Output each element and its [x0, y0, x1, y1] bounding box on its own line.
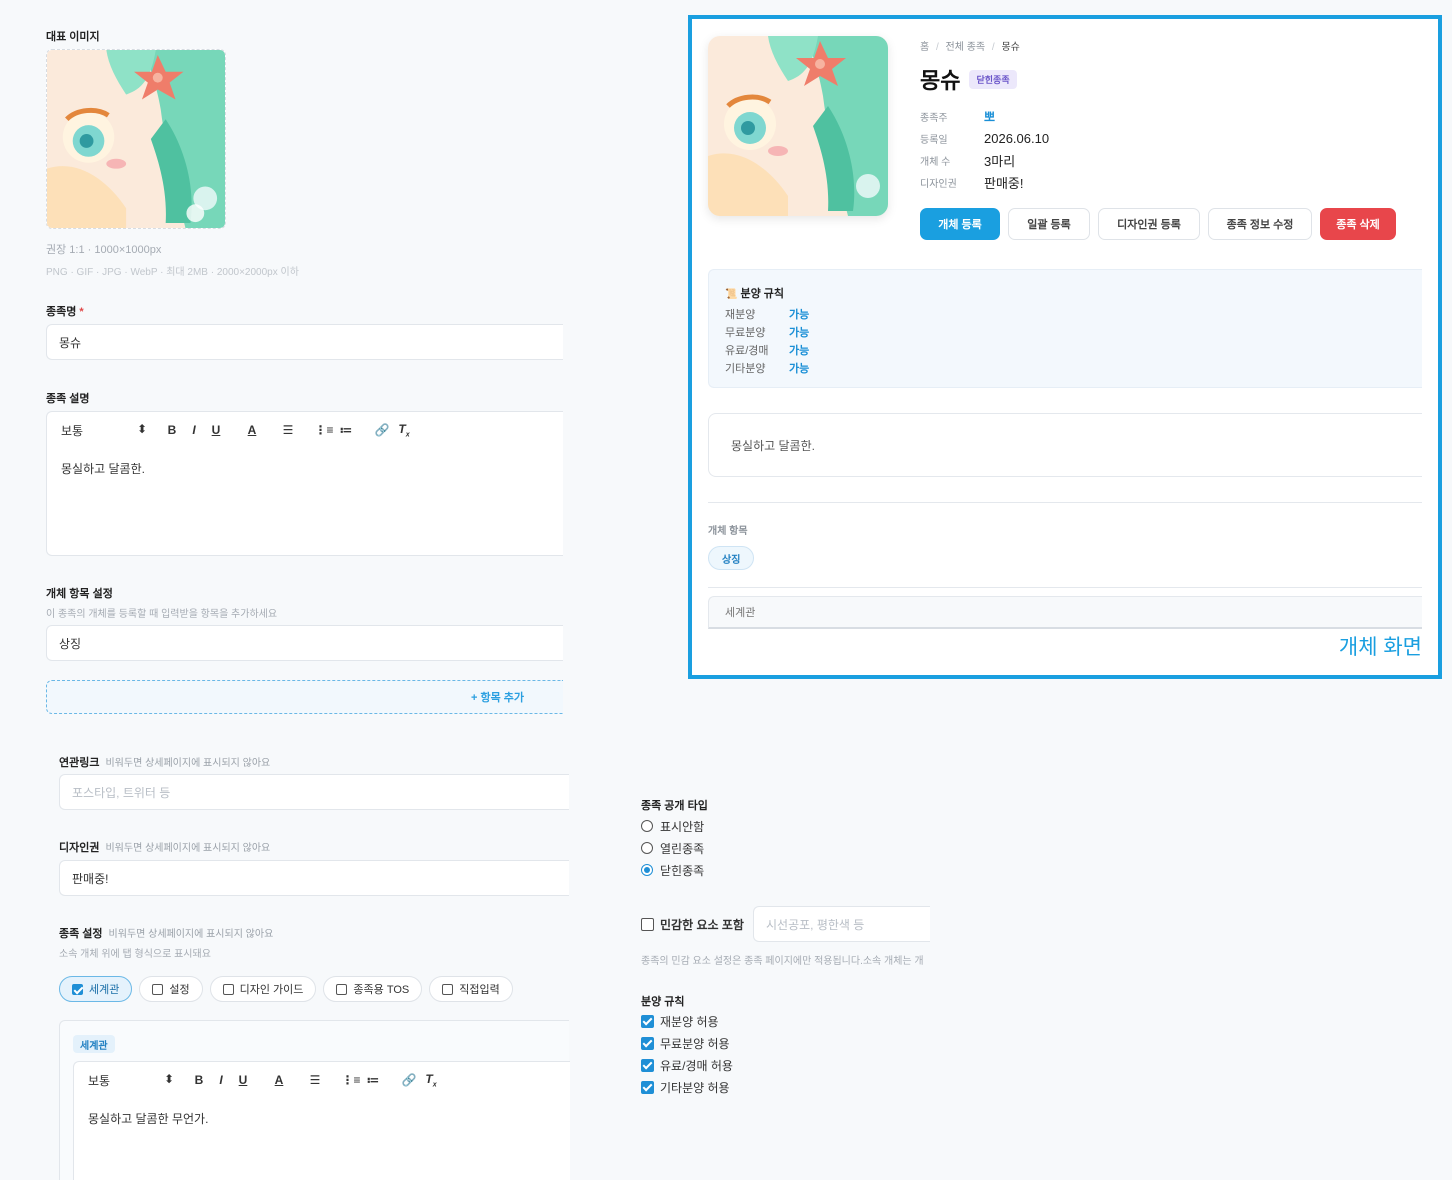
chip-setting[interactable]: 설정	[139, 976, 203, 1002]
description-editor[interactable]: 보통 ⬍ B I U A ☰ ⋮≡ ≔ 🔗 Tx 몽실하고 달콤한.	[46, 411, 563, 556]
character-image	[47, 50, 225, 228]
bulk-register-button[interactable]: 일괄 등록	[1008, 208, 1090, 240]
preview-panel: 홈 / 전체 종족 / 몽슈 몽슈 닫힌종족 종족주 뽀 등록일 2026.06.1…	[688, 15, 1442, 679]
meta-list: 종족주 뽀 등록일 2026.06.10 개체 수 3마리 디자인권 판매중!	[920, 105, 1049, 193]
clear-format-icon[interactable]: Tx	[420, 1072, 442, 1088]
sensitive-note: 종족의 민감 요소 설정은 종족 페이지에만 적용됩니다.소속 개체는 개	[641, 956, 924, 967]
settings-panel: 세계관 보통 ⬍ B I U A ☰ ⋮≡ ≔ 🔗 Tx 몽실하고 달콤한 무언가…	[59, 1020, 570, 1180]
settings-label: 종족 설정 비워두면 상세페이지에 표시되지 않아요	[59, 928, 274, 940]
breadcrumb: 홈 / 전체 종족 / 몽슈	[920, 42, 1020, 53]
panel-tag: 세계관	[73, 1035, 115, 1053]
page-title: 몽슈	[920, 68, 961, 93]
ordered-list-icon[interactable]: ⋮≡	[313, 423, 335, 437]
visibility-option-open[interactable]: 열린종족	[641, 837, 704, 859]
scroll-icon: 📜	[725, 289, 738, 300]
image-hint-format: PNG · GIF · JPG · WebP · 최대 2MB · 2000×2…	[46, 267, 299, 278]
text-color-icon[interactable]: A	[268, 1073, 290, 1087]
distribution-other[interactable]: 기타분양 허용	[641, 1076, 733, 1098]
image-label: 대표 이미지	[46, 31, 100, 43]
register-button[interactable]: 개체 등록	[920, 208, 1000, 240]
add-field-button[interactable]: + 항목 추가	[46, 680, 563, 714]
format-select[interactable]: 보통 ⬍	[61, 422, 147, 439]
align-icon[interactable]: ☰	[304, 1073, 326, 1087]
meta-design: 디자인권 판매중!	[920, 175, 1024, 191]
design-right-label: 디자인권 비워두면 상세페이지에 표시되지 않아요	[59, 842, 271, 854]
distribution-options: 재분양 허용 무료분양 허용 유료/경매 허용 기타분양 허용	[641, 1010, 733, 1098]
underline-icon[interactable]: U	[232, 1073, 254, 1087]
rules-list: 재분양 가능 무료분양 가능 유료/경매 가능 기타분양 가능	[725, 309, 810, 375]
sensitive-input[interactable]: 시선공포, 평한색 등	[753, 906, 930, 942]
preview-image	[708, 36, 888, 216]
settings-chips: 세계관 설정 디자인 가이드 종족용 TOS 직접입력	[59, 976, 520, 1002]
name-label: 종족명 *	[46, 306, 84, 318]
underline-icon[interactable]: U	[205, 423, 227, 437]
link-icon[interactable]: 🔗	[398, 1073, 420, 1087]
preview-caption: 개체 화면	[1338, 636, 1422, 659]
link-input[interactable]: 포스타입, 트위터 등	[59, 774, 569, 810]
chip-custom[interactable]: 직접입력	[429, 976, 513, 1002]
divider	[708, 587, 1422, 588]
required-mark: *	[79, 306, 84, 318]
edit-species-button[interactable]: 종족 정보 수정	[1208, 208, 1312, 240]
clear-format-icon[interactable]: Tx	[393, 422, 415, 438]
status-badge: 닫힌종족	[969, 69, 1017, 89]
field-item-input[interactable]: 상징	[46, 625, 563, 661]
settings-format-select[interactable]: 보통 ⬍	[88, 1072, 174, 1089]
settings-editor[interactable]: 보통 ⬍ B I U A ☰ ⋮≡ ≔ 🔗 Tx 몽실하고 달콤한 무언가.	[73, 1061, 570, 1180]
fields-title: 개체 항목	[708, 526, 748, 537]
italic-icon[interactable]: I	[210, 1073, 232, 1087]
chip-design-guide[interactable]: 디자인 가이드	[209, 976, 317, 1002]
rules-box: 📜 분양 규칙 재분양 가능 무료분양 가능 유료/경매 가능 기타분양 가능	[708, 269, 1422, 388]
breadcrumb-current: 몽슈	[1001, 42, 1020, 53]
tab-worldview[interactable]: 세계관	[708, 596, 1422, 629]
name-input[interactable]: 몽슈	[46, 324, 563, 360]
meta-date: 등록일 2026.06.10	[920, 130, 1050, 146]
chip-worldview[interactable]: 세계관	[59, 976, 133, 1002]
link-icon[interactable]: 🔗	[371, 423, 393, 437]
sensitive-checkbox[interactable]: 민감한 요소 포함	[641, 913, 744, 935]
preview-description: 몽실하고 달콤한.	[708, 413, 1422, 477]
visibility-options: 표시안함 열린종족 닫힌종족	[641, 815, 704, 881]
settings-subhint: 소속 개체 위에 탭 형식으로 표시돼요	[59, 949, 211, 960]
bullet-list-icon[interactable]: ≔	[362, 1073, 384, 1087]
distribution-paid[interactable]: 유료/경매 허용	[641, 1054, 733, 1076]
image-upload[interactable]	[46, 49, 226, 229]
chip-tos[interactable]: 종족용 TOS	[323, 976, 423, 1002]
fields-label: 개체 항목 설정	[46, 588, 113, 600]
character-image	[708, 36, 888, 216]
distribution-free[interactable]: 무료분양 허용	[641, 1032, 733, 1054]
title-row: 몽슈 닫힌종족	[920, 63, 1017, 95]
bullet-list-icon[interactable]: ≔	[335, 423, 357, 437]
action-buttons: 개체 등록 일괄 등록 디자인권 등록 종족 정보 수정 종족 삭제	[920, 208, 1404, 240]
description-content[interactable]: 몽실하고 달콤한.	[47, 448, 563, 489]
distribution-resale[interactable]: 재분양 허용	[641, 1010, 733, 1032]
ordered-list-icon[interactable]: ⋮≡	[340, 1073, 362, 1087]
delete-species-button[interactable]: 종족 삭제	[1320, 208, 1396, 240]
description-label: 종족 설명	[46, 393, 90, 405]
breadcrumb-all[interactable]: 전체 종족	[946, 42, 986, 53]
italic-icon[interactable]: I	[183, 423, 205, 437]
meta-count: 개체 수 3마리	[920, 153, 1016, 169]
field-tag[interactable]: 상징	[708, 546, 755, 570]
meta-owner: 종족주 뽀	[920, 109, 996, 124]
link-label: 연관링크 비워두면 상세페이지에 표시되지 않아요	[59, 757, 271, 769]
editor-toolbar: 보통 ⬍ B I U A ☰ ⋮≡ ≔ 🔗 Tx	[47, 412, 563, 448]
rules-title: 📜 분양 규칙	[725, 288, 785, 300]
settings-content[interactable]: 몽실하고 달콤한 무언가.	[74, 1098, 570, 1139]
design-right-input[interactable]: 판매중!	[59, 860, 569, 896]
divider	[708, 502, 1422, 503]
bold-icon[interactable]: B	[188, 1073, 210, 1087]
visibility-option-closed[interactable]: 닫힌종족	[641, 859, 704, 881]
bold-icon[interactable]: B	[161, 423, 183, 437]
image-hint-ratio: 권장 1:1 · 1000×1000px	[46, 244, 162, 256]
breadcrumb-home[interactable]: 홈	[920, 42, 929, 53]
align-icon[interactable]: ☰	[277, 423, 299, 437]
design-register-button[interactable]: 디자인권 등록	[1098, 208, 1200, 240]
visibility-option-hidden[interactable]: 표시안함	[641, 815, 704, 837]
settings-editor-toolbar: 보통 ⬍ B I U A ☰ ⋮≡ ≔ 🔗 Tx	[74, 1062, 570, 1098]
fields-hint: 이 종족의 개체를 등록할 때 입력받을 항목을 추가하세요	[46, 609, 278, 620]
text-color-icon[interactable]: A	[241, 423, 263, 437]
visibility-label: 종족 공개 타입	[641, 800, 708, 812]
distribution-label: 분양 규칙	[641, 996, 685, 1008]
